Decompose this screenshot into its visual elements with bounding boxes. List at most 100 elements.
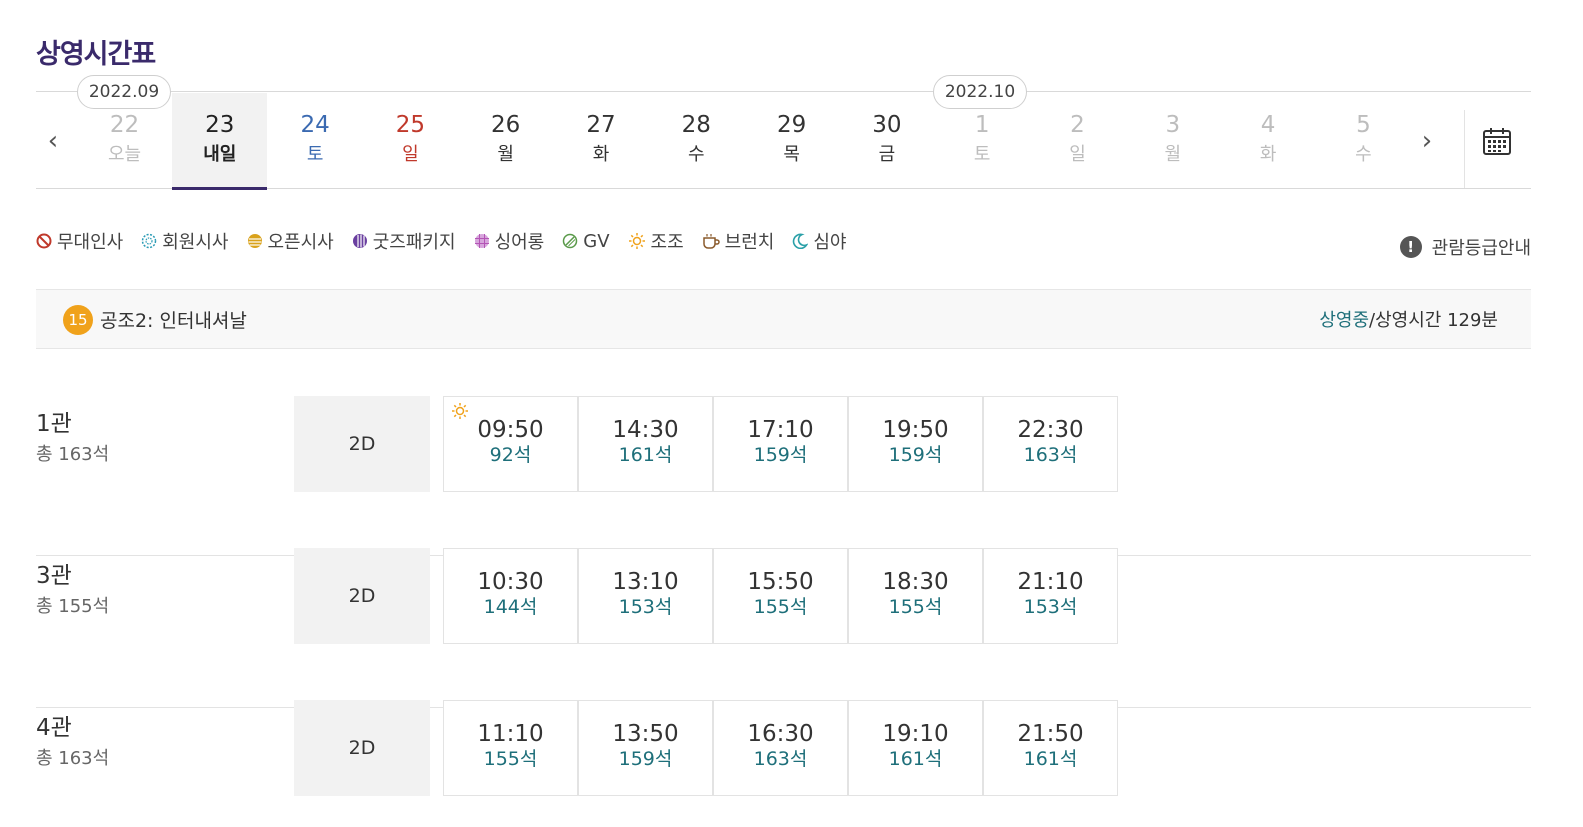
showtime-remaining-seats: 155석 (888, 596, 943, 618)
showtime-slot[interactable]: 19:10 161석 (848, 700, 983, 796)
movie-title[interactable]: 공조2: 인터내셔날 (100, 306, 247, 333)
showtime-time: 21:10 (1017, 569, 1084, 595)
legend-label: 브런치 (724, 232, 775, 253)
date-item-5: 5수 (1316, 110, 1411, 188)
screen-format: 2D (294, 700, 430, 796)
showtime-slot[interactable]: 17:10 159석 (713, 396, 848, 492)
dotted-circle-icon (142, 233, 157, 249)
legend-gv: GV (562, 231, 610, 252)
showtime-remaining-seats: 159석 (753, 444, 808, 466)
date-number: 22 (109, 112, 140, 138)
no-sign-icon (36, 233, 52, 249)
date-item-23[interactable]: 23 내일 (172, 93, 268, 190)
showtime-remaining-seats: 161석 (618, 444, 673, 466)
legend-label: 싱어롱 (494, 232, 545, 253)
date-item-28[interactable]: 28 수 (649, 110, 744, 188)
date-number: 30 (872, 112, 902, 138)
moon-icon (793, 233, 809, 249)
date-number: 23 (205, 112, 235, 138)
showtime-time: 19:50 (882, 417, 949, 443)
striped-circle-icon (247, 234, 262, 248)
legend-stage-greeting: 무대인사 (36, 228, 123, 254)
showtime-slot[interactable]: 14:30 161석 (578, 396, 713, 492)
showtime-slot[interactable]: 21:10 153석 (983, 548, 1118, 644)
showtime-time: 22:30 (1017, 417, 1084, 443)
date-weekday: 화 (592, 144, 610, 165)
showtime-slot[interactable]: 11:10 155석 (443, 700, 578, 796)
showtime-time: 17:10 (747, 417, 814, 443)
hall-total-seats: 총 163석 (36, 748, 110, 769)
showtime-remaining-seats: 159석 (888, 444, 943, 466)
date-number: 3 (1165, 112, 1181, 138)
date-weekday: 내일 (203, 144, 237, 165)
date-weekday: 수 (1355, 144, 1372, 165)
legend-label: 조조 (650, 232, 684, 253)
date-number: 24 (300, 112, 330, 138)
status-runtime: /상영시간 129분 (1369, 310, 1498, 331)
sun-icon (628, 233, 645, 249)
showtime-remaining-seats: 161석 (1023, 748, 1078, 770)
showtime-remaining-seats: 144석 (483, 596, 538, 618)
chevron-left-icon[interactable]: ‹ (38, 122, 68, 162)
legend-label: 심야 (813, 232, 847, 253)
calendar-icon[interactable] (1482, 126, 1512, 156)
showtime-slot[interactable]: 09:50 92석 (443, 396, 578, 492)
showtime-slot[interactable]: 22:30 163석 (983, 396, 1118, 492)
hall-row: 1관 총 163석 2D 09:50 92석 14:30 161석 17:10 159석 19:5… (36, 396, 1531, 556)
legend-morning: 조조 (628, 228, 684, 254)
showtime-time: 13:50 (612, 721, 679, 747)
date-item-30[interactable]: 30 금 (839, 110, 934, 188)
screen-format: 2D (294, 396, 430, 492)
hall-name: 3관 (36, 563, 72, 589)
rating-guide-link[interactable]: ! 관람등급안내 (1399, 234, 1531, 260)
date-weekday: 화 (1259, 144, 1277, 165)
showtime-slot[interactable]: 10:30 144석 (443, 548, 578, 644)
slash-circle-icon (563, 233, 578, 249)
status-now: 상영중 (1319, 310, 1370, 331)
date-item-4: 4화 (1221, 110, 1316, 188)
movie-header: 15 공조2: 인터내셔날 상영중/상영시간 129분 (36, 289, 1531, 349)
legend: 무대인사 회원시사 오픈시사 굿즈패키지 싱어롱 GV 조조 브런치 심야 (36, 228, 864, 254)
showtime-slot[interactable]: 21:50 161석 (983, 700, 1118, 796)
date-item-22[interactable]: 22 오늘 (77, 110, 172, 188)
showtime-slot[interactable]: 19:50 159석 (848, 396, 983, 492)
showtime-remaining-seats: 159석 (618, 748, 673, 770)
showtime-slot[interactable]: 15:50 155석 (713, 548, 848, 644)
showtime-time: 14:30 (612, 417, 679, 443)
chevron-right-icon[interactable]: › (1412, 122, 1442, 162)
date-number: 27 (586, 112, 616, 138)
legend-brunch: 브런치 (702, 228, 775, 254)
showtime-slot[interactable]: 18:30 155석 (848, 548, 983, 644)
showtime-time: 10:30 (477, 569, 544, 595)
showtime-remaining-seats: 155석 (483, 748, 538, 770)
date-item-1: 1토 (935, 110, 1030, 188)
date-number: 26 (491, 112, 521, 138)
date-item-2: 2일 (1030, 110, 1125, 188)
rating-guide-label: 관람등급안내 (1431, 238, 1531, 259)
cup-icon (702, 234, 720, 249)
date-number: 29 (776, 112, 807, 138)
striped-circle-icon (352, 234, 367, 248)
legend-open-preview: 오픈시사 (247, 228, 334, 254)
calendar-divider (1464, 110, 1465, 188)
date-weekday: 금 (878, 144, 896, 165)
showtime-slot[interactable]: 16:30 163석 (713, 700, 848, 796)
date-item-26[interactable]: 26 월 (458, 110, 553, 188)
hall-total-seats: 총 155석 (36, 596, 110, 617)
showtime-slot[interactable]: 13:10 153석 (578, 548, 713, 644)
date-item-27[interactable]: 27 화 (554, 110, 649, 188)
hall-name: 4관 (36, 715, 72, 741)
sun-icon (452, 403, 468, 419)
date-number: 4 (1260, 112, 1276, 138)
showtime-time: 18:30 (882, 569, 949, 595)
showtime-time: 19:10 (882, 721, 949, 747)
showtime-remaining-seats: 92석 (489, 444, 532, 466)
showtime-remaining-seats: 161석 (888, 748, 943, 770)
date-item-25[interactable]: 25 일 (363, 110, 458, 188)
date-weekday: 일 (1069, 144, 1086, 165)
showtime-remaining-seats: 153석 (618, 596, 673, 618)
showtime-slot[interactable]: 13:50 159석 (578, 700, 713, 796)
legend-label: 무대인사 (57, 232, 124, 253)
date-item-24[interactable]: 24 토 (268, 110, 363, 188)
date-item-29[interactable]: 29 목 (744, 110, 839, 188)
